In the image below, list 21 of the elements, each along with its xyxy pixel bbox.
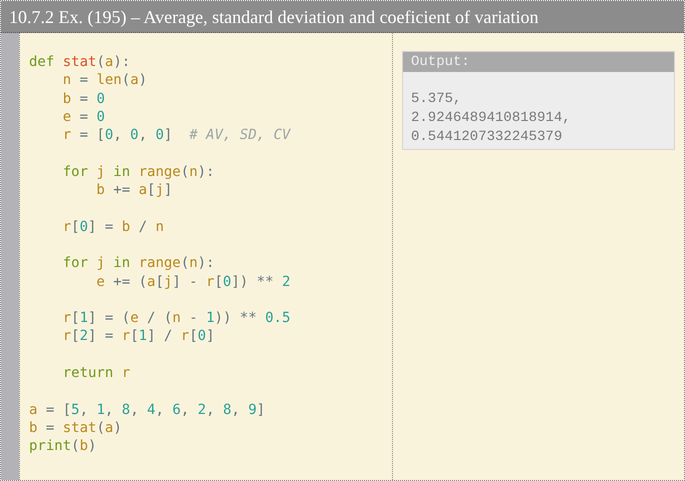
code-line: b = stat(a)	[29, 418, 122, 438]
output-line: 5.375,	[411, 90, 462, 109]
code-line: r[1] = (e / (n - 1)) ** 0.5	[62, 309, 290, 328]
output-line: 0.5441207332245379	[411, 128, 562, 147]
code-line: return r	[62, 364, 130, 382]
code-line: r[2] = r[1] / r[0]	[62, 327, 215, 346]
code-line: for j in range(n):	[62, 254, 214, 273]
code-line: e = 0	[62, 108, 105, 126]
code-line: a = [5, 1, 8, 4, 6, 2, 8, 9]	[29, 400, 266, 419]
code-line: for j in range(n):	[62, 162, 214, 182]
code-line: r = [0, 0, 0] # AV, SD, CV	[62, 126, 290, 144]
code-line: b += a[j]	[95, 181, 172, 200]
code-line: r[0] = b / n	[62, 218, 164, 236]
code-line: def stat(a):	[29, 53, 130, 72]
output-header: Output:	[403, 52, 674, 72]
title-bar: 10.7.2 Ex. (195) – Average, standard deviation and coeficient of variation	[1, 1, 684, 33]
output-line: 2.9246489410818914,	[411, 109, 571, 128]
code-line: e += (a[j] - r[0]) ** 2	[95, 272, 290, 291]
code-line: b = 0	[62, 90, 105, 108]
code-line: print(b)	[29, 437, 96, 456]
code-line: n = len(a)	[62, 71, 148, 90]
